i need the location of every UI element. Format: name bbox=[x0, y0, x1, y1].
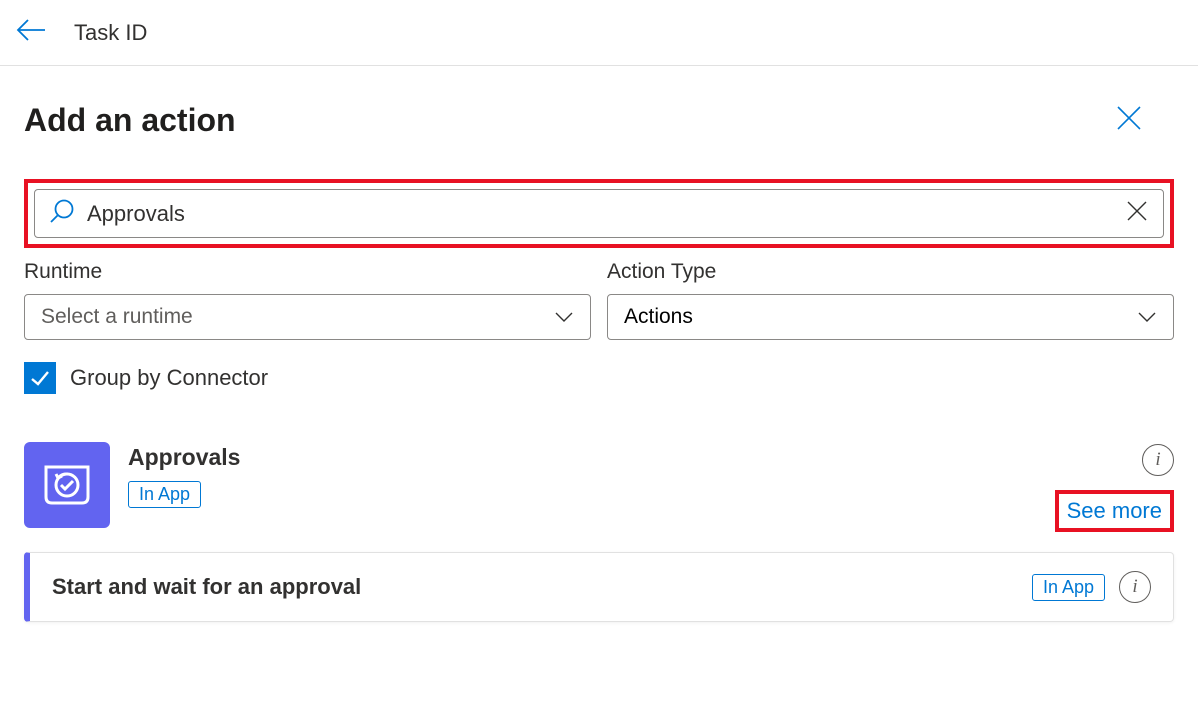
runtime-filter: Runtime Select a runtime bbox=[24, 260, 591, 340]
back-arrow-icon[interactable] bbox=[16, 18, 46, 47]
connector-badge: In App bbox=[128, 481, 201, 508]
see-more-highlight: See more bbox=[1055, 490, 1174, 532]
action-type-filter: Action Type Actions bbox=[607, 260, 1174, 340]
page-title-row: Add an action bbox=[24, 102, 1174, 139]
clear-search-icon[interactable] bbox=[1125, 199, 1149, 228]
connector-actions: i See more bbox=[1055, 442, 1174, 532]
action-badge: In App bbox=[1032, 574, 1105, 601]
info-icon[interactable]: i bbox=[1119, 571, 1151, 603]
page-title: Add an action bbox=[24, 102, 236, 139]
runtime-dropdown[interactable]: Select a runtime bbox=[24, 294, 591, 340]
action-card-right: In App i bbox=[1032, 571, 1151, 603]
search-input[interactable] bbox=[87, 201, 1113, 227]
group-by-connector-checkbox[interactable] bbox=[24, 362, 56, 394]
action-name: Start and wait for an approval bbox=[52, 574, 1032, 600]
runtime-label: Runtime bbox=[24, 260, 591, 284]
panel-title: Task ID bbox=[74, 20, 147, 46]
panel-header: Task ID bbox=[0, 0, 1198, 66]
connector-name: Approvals bbox=[128, 444, 1037, 471]
search-highlight-box bbox=[24, 179, 1174, 248]
panel-content: Add an action bbox=[0, 66, 1198, 646]
action-type-dropdown[interactable]: Actions bbox=[607, 294, 1174, 340]
search-box[interactable] bbox=[34, 189, 1164, 238]
action-type-dropdown-value: Actions bbox=[624, 305, 693, 329]
info-icon[interactable]: i bbox=[1142, 444, 1174, 476]
approvals-connector-icon bbox=[24, 442, 110, 528]
action-type-label: Action Type bbox=[607, 260, 1174, 284]
filters-row: Runtime Select a runtime Action Type Act… bbox=[24, 260, 1174, 340]
chevron-down-icon bbox=[1137, 305, 1157, 329]
connector-header: Approvals In App i See more bbox=[24, 442, 1174, 532]
connector-info: Approvals In App bbox=[128, 442, 1037, 508]
runtime-dropdown-value: Select a runtime bbox=[41, 305, 193, 329]
search-icon bbox=[49, 198, 75, 229]
see-more-link[interactable]: See more bbox=[1067, 498, 1162, 523]
action-card[interactable]: Start and wait for an approval In App i bbox=[24, 552, 1174, 622]
group-by-connector-label: Group by Connector bbox=[70, 365, 268, 391]
connector-section: Approvals In App i See more Start and wa… bbox=[24, 442, 1174, 622]
chevron-down-icon bbox=[554, 305, 574, 329]
close-icon[interactable] bbox=[1116, 105, 1142, 136]
group-by-connector-row: Group by Connector bbox=[24, 362, 1174, 394]
